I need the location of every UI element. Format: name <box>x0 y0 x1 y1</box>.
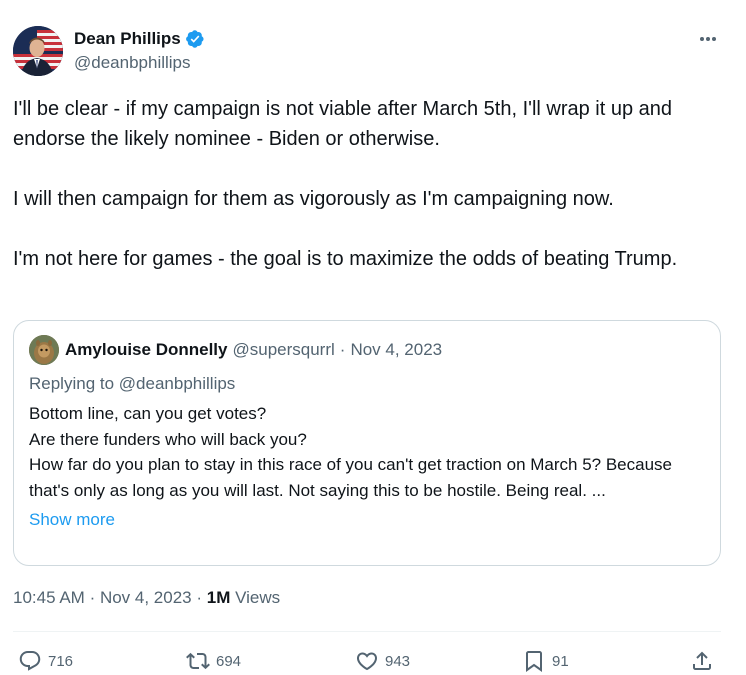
tweet-paragraph: I'll be clear - if my campaign is not vi… <box>13 98 673 150</box>
more-options-icon[interactable] <box>697 28 719 50</box>
verified-badge-icon[interactable] <box>185 29 205 49</box>
quoted-tweet[interactable]: Amylouise Donnelly @supersqurrl · Nov 4,… <box>13 320 721 566</box>
heart-icon <box>356 652 378 671</box>
like-count: 943 <box>385 652 411 670</box>
repost-icon <box>186 652 210 670</box>
views-label: Views <box>235 588 281 607</box>
views-count: 1M <box>206 588 231 607</box>
quoted-line: How far do you plan to stay in this race… <box>29 455 672 500</box>
author-avatar-image <box>13 26 63 76</box>
author-handle[interactable]: @deanbphillips <box>74 53 205 73</box>
quoted-text: Bottom line, can you get votes? Are ther… <box>29 401 709 503</box>
tweet-text: I'll be clear - if my campaign is not vi… <box>13 94 728 274</box>
bookmark-count: 91 <box>552 652 569 670</box>
meta-separator: · <box>89 588 100 607</box>
quoted-author-handle[interactable]: @supersqurrl <box>232 340 334 360</box>
like-button[interactable]: 943 <box>355 648 410 674</box>
repost-button[interactable]: 694 <box>186 648 241 674</box>
tweet-time[interactable]: 10:45 AM <box>13 588 85 607</box>
meta-separator: · <box>196 588 207 607</box>
quoted-line: Are there funders who will back you? <box>29 429 307 449</box>
tweet-meta: 10:45 AM · Nov 4, 2023 · 1M Views <box>13 588 280 608</box>
divider <box>13 631 721 632</box>
replying-to-handle[interactable]: @deanbphillips <box>119 374 236 393</box>
author-display-name[interactable]: Dean Phillips <box>74 29 181 49</box>
quoted-date[interactable]: Nov 4, 2023 <box>350 340 442 360</box>
bookmark-icon <box>526 651 542 672</box>
quoted-line: Bottom line, can you get votes? <box>29 404 267 423</box>
quoted-separator: · <box>339 340 346 359</box>
repost-count: 694 <box>216 652 242 670</box>
share-icon <box>693 651 711 670</box>
author-avatar[interactable] <box>13 26 63 76</box>
quoted-author-name[interactable]: Amylouise Donnelly <box>65 340 227 360</box>
reply-count: 716 <box>48 652 74 670</box>
quoted-avatar-image <box>29 335 59 365</box>
show-more-link[interactable]: Show more <box>29 510 115 530</box>
bookmark-button[interactable]: 91 <box>522 648 569 674</box>
tweet: Dean Phillips @deanbphillips I'll be cle… <box>0 0 746 675</box>
tweet-paragraph: I'm not here for games - the goal is to … <box>13 248 678 270</box>
replying-to: Replying to @deanbphillips <box>29 374 705 396</box>
quoted-author-avatar[interactable] <box>29 335 59 365</box>
reply-button[interactable]: 716 <box>18 648 73 674</box>
tweet-paragraph: I will then campaign for them as vigorou… <box>13 188 614 210</box>
author-info: Dean Phillips @deanbphillips <box>74 28 205 73</box>
tweet-date[interactable]: Nov 4, 2023 <box>100 588 192 607</box>
share-button[interactable] <box>690 648 714 674</box>
replying-to-prefix: Replying to <box>29 374 115 393</box>
reply-icon <box>19 651 41 671</box>
